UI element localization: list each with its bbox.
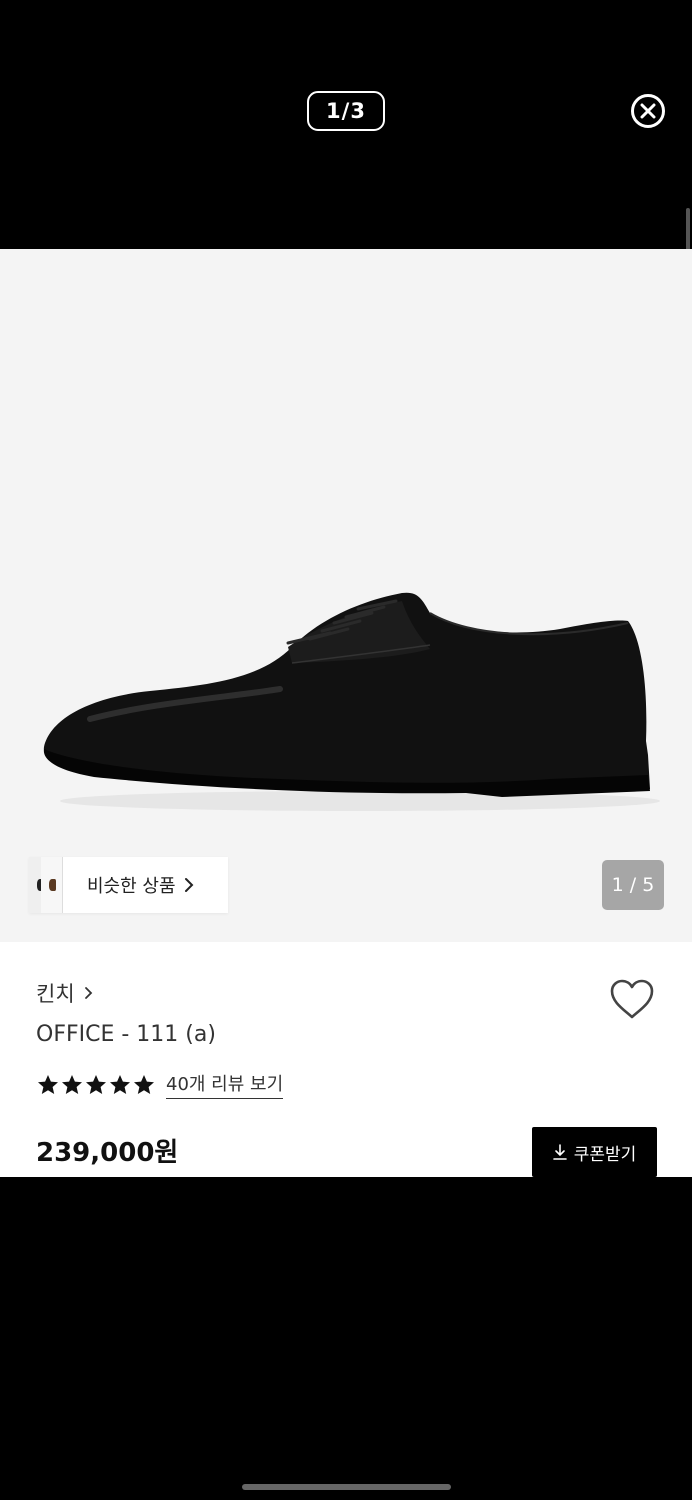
- review-link[interactable]: 40개 리뷰 보기: [166, 1070, 284, 1099]
- product-image-shoe: [43, 592, 660, 811]
- similar-product-thumb: [41, 857, 63, 913]
- star-icon: [134, 1074, 154, 1094]
- star-icon: [110, 1074, 130, 1094]
- star-icon: [86, 1074, 106, 1094]
- brand-name: 킨치: [36, 982, 75, 1006]
- similar-products-thumbnails: [29, 857, 69, 913]
- viewer-header: 1/3: [0, 0, 692, 249]
- product-price: 239,000원: [36, 1138, 179, 1168]
- rating-row: 40개 리뷰 보기: [36, 1070, 284, 1099]
- chevron-right-icon: [84, 987, 92, 999]
- product-info: 킨치 OFFICE - 111 (a) 40개 리뷰 보기 239,000원 쿠…: [0, 942, 692, 1177]
- coupon-button-label: 쿠폰받기: [573, 1144, 637, 1165]
- similar-products-button[interactable]: 비슷한 상품: [29, 857, 228, 913]
- heart-icon[interactable]: [609, 978, 655, 1020]
- coupon-button[interactable]: 쿠폰받기: [532, 1127, 657, 1177]
- product-card: 비슷한 상품 1 / 5 킨치 OFFICE - 111 (a) 40개 리뷰 …: [0, 249, 692, 1177]
- rating-stars: [36, 1073, 156, 1097]
- close-button[interactable]: [631, 94, 665, 128]
- home-indicator[interactable]: [242, 1484, 451, 1490]
- chevron-right-icon: [184, 878, 193, 892]
- page-counter: 1/3: [307, 91, 385, 131]
- brand-link[interactable]: 킨치: [36, 978, 93, 1008]
- star-icon: [62, 1074, 82, 1094]
- download-icon: [552, 1144, 567, 1160]
- similar-products-label: 비슷한 상품: [87, 876, 176, 897]
- product-image-carousel[interactable]: 비슷한 상품 1 / 5: [0, 249, 692, 942]
- product-name: OFFICE - 111 (a): [36, 1022, 216, 1047]
- close-icon: [640, 103, 656, 119]
- image-counter-badge: 1 / 5: [602, 860, 664, 910]
- star-icon: [38, 1074, 58, 1094]
